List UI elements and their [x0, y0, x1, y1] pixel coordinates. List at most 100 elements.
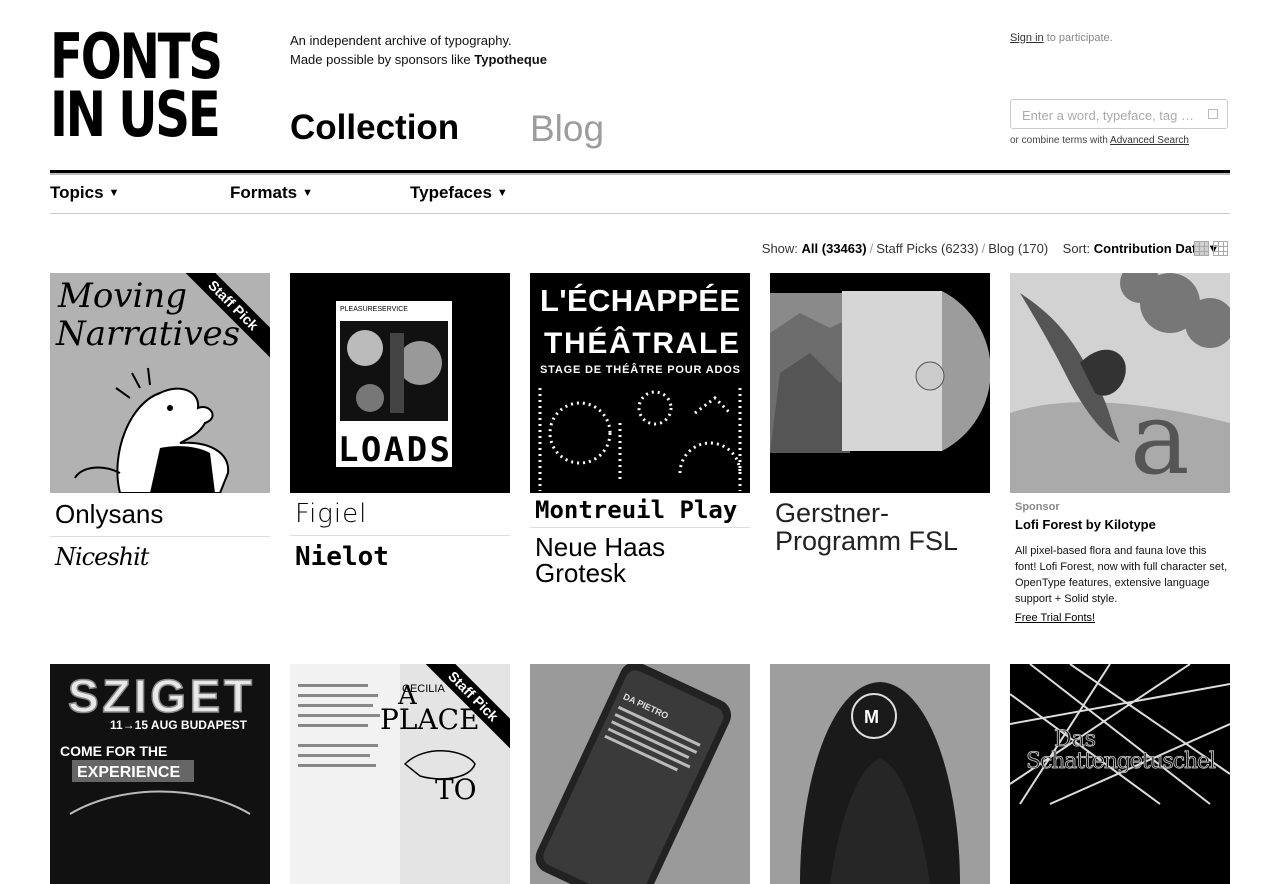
echappee-poster-art: L'ÉCHAPPÉE THÉÂTRALE STAGE DE THÉÂTRE PO… — [538, 283, 742, 491]
use-card[interactable]: Gerstner-Programm FSL — [770, 273, 990, 561]
card-thumbnail[interactable]: SZIGET 11→15 AUG BUDAPEST COME FOR THE E… — [50, 664, 270, 884]
signin-link[interactable]: Sign in — [1010, 32, 1044, 44]
use-card[interactable]: CECILIA A PLACE TO Staff Pick — [290, 664, 510, 884]
nav-formats-label: Formats — [230, 183, 298, 202]
filter-bar: Show: All (33463) / Staff Picks (6233) / Blo… — [761, 241, 1220, 256]
signin-suffix: to participate. — [1043, 32, 1113, 44]
sponsor-trial-link[interactable]: Free Trial Fonts! — [1015, 612, 1230, 624]
card-thumbnail[interactable] — [770, 273, 990, 493]
art-text: PLACE — [380, 703, 480, 736]
grid-small-icon[interactable] — [1194, 241, 1209, 256]
nav-typefaces[interactable]: Typefaces ▼ — [410, 183, 508, 203]
art-text: Schattengetuschel — [1026, 749, 1216, 774]
advanced-search-link[interactable]: Advanced Search — [1110, 135, 1189, 146]
filter-staff-picks[interactable]: Staff Picks (6233) — [876, 241, 978, 256]
typeface-link[interactable]: Figiel — [290, 493, 510, 536]
da-pietro-phone-art: DA PIETRO — [535, 664, 732, 884]
signin-prompt: Sign in to participate. — [1010, 32, 1113, 44]
card-thumbnail[interactable]: CECILIA A PLACE TO Staff Pick — [290, 664, 510, 884]
use-card[interactable]: L'ÉCHAPPÉE THÉÂTRALE STAGE DE THÉÂTRE PO… — [530, 273, 750, 592]
lofi-forest-art: a — [1010, 273, 1230, 493]
art-text: L'ÉCHAPPÉE — [540, 283, 740, 318]
sponsor-title[interactable]: Lofi Forest by Kilotype — [1015, 517, 1230, 532]
card-thumbnail[interactable]: a — [1010, 273, 1230, 493]
use-card[interactable]: Moving Narratives Staff Pick Onlysans Ni… — [50, 273, 270, 577]
art-text: EXPERIENCE — [77, 764, 180, 781]
typeface-name: Montreuil Play — [535, 496, 738, 524]
card-thumbnail[interactable]: DA PIETRO — [530, 664, 750, 884]
site-tagline: An independent archive of typography. Ma… — [290, 31, 547, 69]
header-divider-shadow — [50, 173, 1230, 175]
card-thumbnail[interactable]: M — [770, 664, 990, 884]
view-toggle — [1194, 241, 1228, 256]
section-collection-link[interactable]: Collection — [290, 108, 459, 148]
art-text: PLEASURESERVICE — [340, 306, 408, 313]
logo-line-2: IN USE — [50, 78, 221, 151]
nav-topics[interactable]: Topics ▼ — [50, 183, 119, 203]
section-blog-link[interactable]: Blog — [530, 108, 604, 150]
art-text: THÉÂTRALE — [544, 326, 739, 360]
use-card[interactable]: Das Schattengetuschel — [1010, 664, 1230, 884]
art-text: COME FOR THE — [60, 743, 167, 759]
sort-label: Sort: — [1062, 241, 1091, 256]
combine-prefix: or combine terms with — [1010, 135, 1111, 146]
art-text: 11→15 AUG BUDAPEST — [110, 718, 248, 732]
sponsor-card[interactable]: a Sponsor Lofi Forest by Kilotype All pi… — [1010, 273, 1230, 624]
nav-divider — [50, 213, 1230, 214]
typeface-name: Figiel — [295, 499, 368, 529]
nav-typefaces-label: Typefaces — [410, 183, 492, 202]
caret-down-icon: ▼ — [108, 187, 120, 199]
card-thumbnail[interactable]: Moving Narratives Staff Pick — [50, 273, 270, 493]
main-nav: Topics ▼ Formats ▼ Typefaces ▼ — [50, 183, 1230, 205]
typeface-link[interactable]: Montreuil Play — [530, 493, 750, 528]
typeface-link[interactable]: Nielot — [290, 536, 510, 578]
art-text: Moving — [57, 276, 187, 316]
svg-text:M: M — [864, 707, 879, 727]
loads-poster-art: PLEASURESERVICE LOADS — [336, 301, 452, 470]
use-card[interactable]: SZIGET 11→15 AUG BUDAPEST COME FOR THE E… — [50, 664, 270, 884]
filter-all[interactable]: All (33463) — [802, 241, 867, 256]
record-sleeve-art — [770, 291, 990, 453]
typeface-name: Neue Haas Grotesk — [535, 532, 666, 588]
tagline-prefix: Made possible by sponsors like — [290, 52, 475, 67]
tagline-sponsor-link[interactable]: Typotheque — [474, 52, 547, 67]
search-input[interactable] — [1020, 101, 1204, 129]
hooded-jacket-art: M — [800, 682, 960, 884]
card-thumbnail[interactable]: Das Schattengetuschel — [1010, 664, 1230, 884]
typeface-link[interactable]: Gerstner-Programm FSL — [770, 493, 990, 561]
nav-topics-label: Topics — [50, 183, 104, 202]
nav-formats[interactable]: Formats ▼ — [230, 183, 313, 203]
advanced-search-hint: or combine terms with Advanced Search — [1010, 135, 1189, 146]
sponsor-description: All pixel-based flora and fauna love thi… — [1015, 545, 1228, 605]
card-thumbnail[interactable]: PLEASURESERVICE LOADS — [290, 273, 510, 493]
typeface-name: Onlysans — [55, 499, 164, 529]
typeface-link[interactable]: Niceshit — [50, 537, 270, 577]
sziget-poster-art: SZIGET 11→15 AUG BUDAPEST COME FOR THE E… — [60, 669, 253, 815]
card-thumbnail[interactable]: L'ÉCHAPPÉE THÉÂTRALE STAGE DE THÉÂTRE PO… — [530, 273, 750, 493]
search-submit-icon[interactable] — [1208, 109, 1218, 119]
search-box — [1010, 99, 1228, 129]
use-card[interactable]: M — [770, 664, 990, 884]
schattengetuschel-art: Das Schattengetuschel — [1010, 664, 1230, 805]
typeface-name: Niceshit — [55, 543, 149, 571]
typeface-name: Gerstner-Programm FSL — [775, 498, 959, 556]
grid-large-icon[interactable] — [1213, 241, 1228, 256]
tagline-line-1: An independent archive of typography. — [290, 33, 512, 48]
art-text: STAGE DE THÉÂTRE POUR ADOS — [540, 363, 740, 376]
typeface-link[interactable]: Onlysans — [50, 493, 270, 537]
art-text: SZIGET — [68, 670, 252, 722]
show-label: Show: — [761, 241, 798, 256]
typeface-name: Nielot — [295, 542, 389, 572]
art-text: Narratives — [55, 314, 240, 354]
tagline-line-2: Made possible by sponsors like Typothequ… — [290, 50, 547, 69]
caret-down-icon: ▼ — [302, 187, 313, 199]
caret-down-icon: ▼ — [496, 187, 508, 199]
use-card[interactable]: DA PIETRO — [530, 664, 750, 884]
filter-blog[interactable]: Blog (170) — [988, 241, 1048, 256]
use-card[interactable]: PLEASURESERVICE LOADS Figiel Nielot — [290, 273, 510, 578]
svg-text:a: a — [1130, 380, 1190, 493]
art-text: LOADS — [338, 430, 450, 470]
site-logo[interactable]: FONTS IN USE — [50, 26, 223, 151]
sponsor-label: Sponsor — [1015, 501, 1060, 513]
typeface-link[interactable]: Neue Haas Grotesk — [530, 528, 750, 592]
